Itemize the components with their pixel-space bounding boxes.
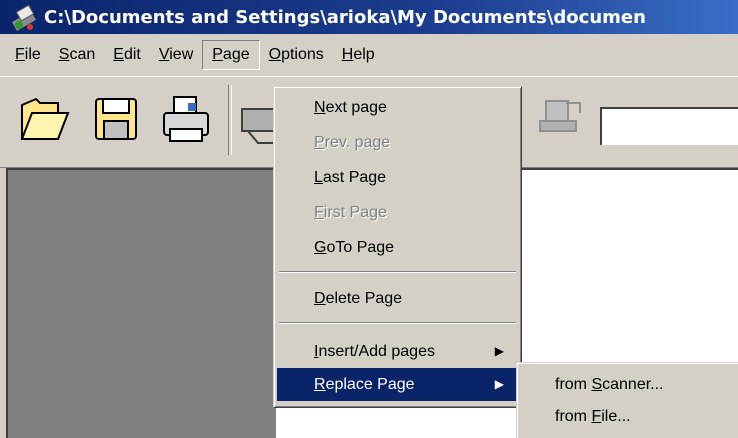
menu-view-label: iew (169, 46, 194, 63)
menu-item-delete-page[interactable]: Delete Page (277, 282, 518, 315)
menu-scan-accel: S (58, 46, 70, 63)
from-scanner-label: canner... (602, 376, 664, 393)
menu-item-last-page[interactable]: Last Page (277, 161, 518, 194)
save-disk-icon[interactable] (90, 91, 142, 147)
from-scanner-accel: S (591, 376, 603, 393)
menu-help-label: elp (353, 46, 375, 63)
window-title: C:\Documents and Settings\arioka\My Docu… (44, 6, 646, 28)
first-page-label: irst Page (323, 204, 387, 221)
menu-page-label: age (222, 46, 250, 63)
app-icon (11, 4, 37, 31)
menu-separator (279, 271, 516, 273)
submenu-arrow-icon: ▶ (494, 344, 504, 358)
page-menu-dropdown: Next page Prev. page Last Page First Pag… (273, 86, 522, 408)
next-page-label: ext page (325, 99, 387, 116)
from-file-label: ile... (601, 408, 631, 425)
from-file-prefix: from (555, 408, 592, 425)
menu-separator (279, 322, 516, 324)
from-scanner-prefix: from (555, 376, 592, 393)
submenu-arrow-icon: ▶ (494, 377, 504, 391)
page-number-field[interactable] (600, 107, 738, 145)
delete-page-accel: D (314, 290, 326, 307)
menu-scan[interactable]: Scan (50, 40, 104, 70)
last-page-accel: L (314, 169, 323, 186)
print-icon[interactable] (160, 91, 212, 147)
insert-pages-label: nsert/Add pages (318, 343, 435, 360)
replace-page-label: eplace Page (325, 376, 415, 393)
menu-scan-label: can (69, 46, 96, 63)
menu-file[interactable]: File (0, 40, 50, 70)
menu-help-accel: H (341, 46, 354, 63)
delete-page-label: elete Page (325, 290, 403, 307)
menu-item-replace-page[interactable]: Replace Page ▶ (277, 368, 518, 401)
menu-item-from-scanner[interactable]: from Scanner... (517, 369, 738, 401)
menu-item-goto-page[interactable]: GoTo Page (277, 231, 518, 264)
last-page-label: ast Page (322, 169, 387, 186)
menu-item-next-page[interactable]: Next page (277, 91, 518, 124)
next-page-accel: N (314, 99, 326, 116)
toolbar-separator (228, 85, 232, 155)
prev-page-label: rev. page (324, 134, 391, 151)
replace-page-submenu: from Scanner... from File... (516, 362, 738, 438)
menu-page[interactable]: Page (202, 40, 260, 70)
menu-view[interactable]: View (150, 40, 202, 70)
menu-file-accel: F (15, 46, 25, 63)
menu-item-from-file[interactable]: from File... (517, 401, 738, 433)
menu-item-insert-add-pages[interactable]: Insert/Add pages ▶ (277, 335, 518, 368)
replace-page-accel: R (314, 376, 326, 393)
menu-file-label: ile (24, 46, 41, 63)
goto-page-accel: G (314, 239, 327, 256)
menu-edit-accel: E (113, 46, 124, 63)
first-page-accel: F (314, 204, 324, 221)
menu-bar: File Scan Edit View Page Options Help (0, 38, 738, 72)
thumbnail-pane[interactable] (6, 168, 276, 438)
menu-view-accel: V (158, 46, 170, 63)
menu-item-first-page: First Page (277, 196, 518, 229)
page-nav-icon[interactable] (536, 91, 588, 147)
menu-options-label: ptions (281, 46, 324, 63)
title-bar[interactable]: C:\Documents and Settings\arioka\My Docu… (0, 0, 738, 34)
menu-page-accel: P (212, 46, 223, 63)
goto-page-label: oTo Page (326, 239, 395, 256)
menu-options-accel: O (268, 46, 282, 63)
menu-edit-label: dit (123, 46, 141, 63)
menu-options[interactable]: Options (260, 40, 333, 70)
menu-item-prev-page: Prev. page (277, 126, 518, 159)
prev-page-accel: P (314, 134, 325, 151)
open-folder-icon[interactable] (18, 91, 70, 147)
from-file-accel: F (591, 408, 602, 425)
menu-edit[interactable]: Edit (104, 40, 150, 70)
menu-help[interactable]: Help (333, 40, 384, 70)
